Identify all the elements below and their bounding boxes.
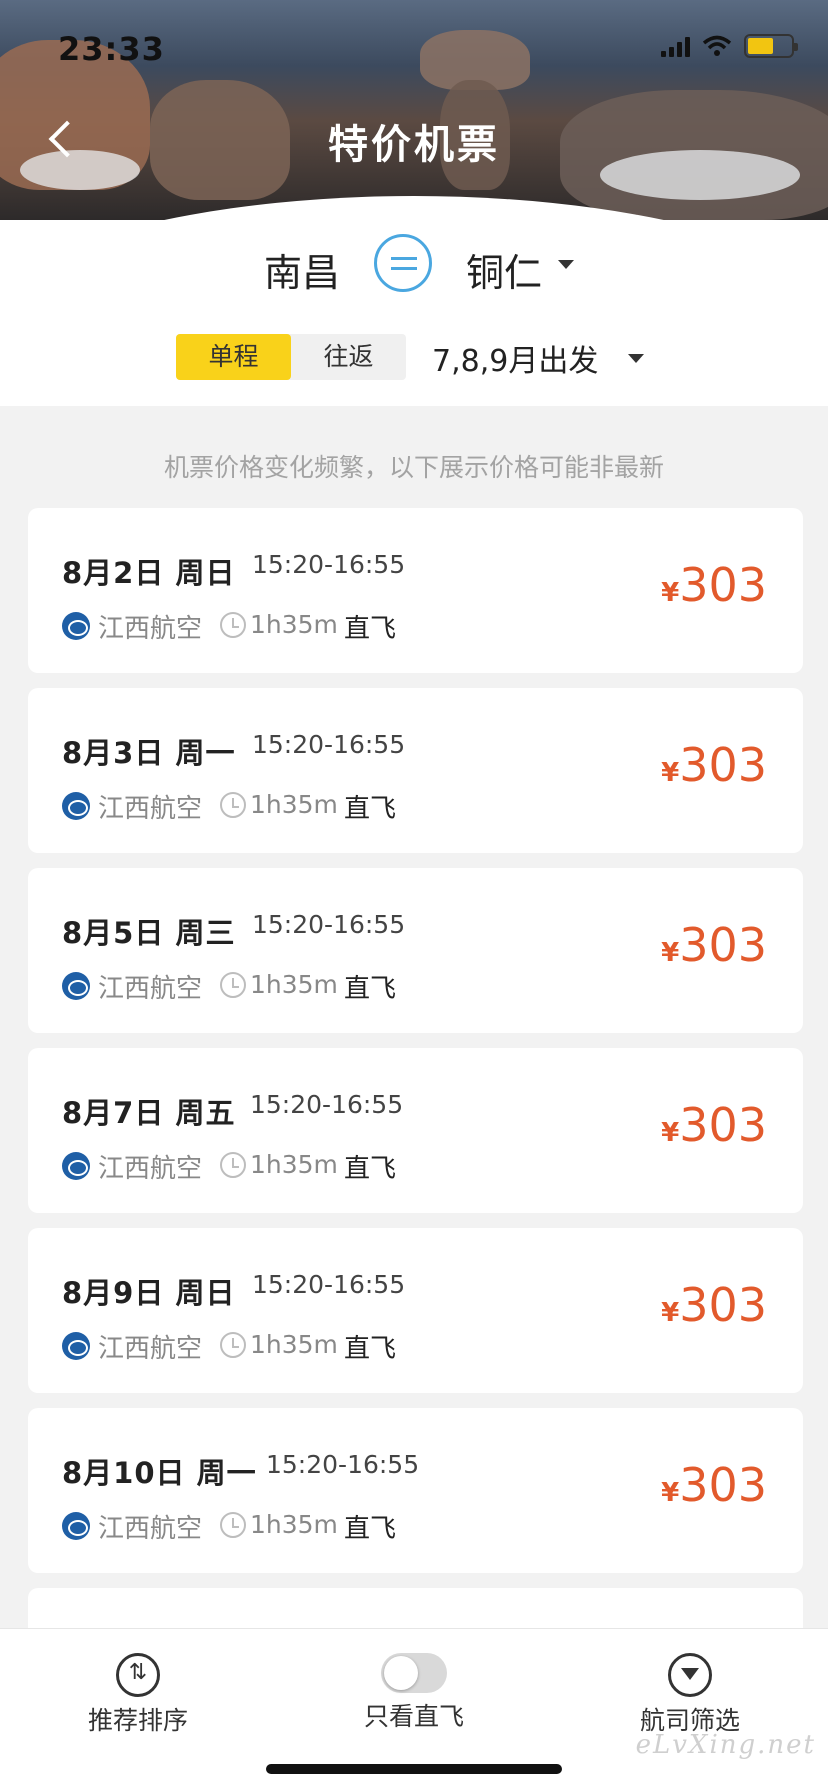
flight-type: 直飞 — [344, 794, 397, 824]
flight-date: 8月5日 周三 — [62, 916, 236, 950]
flight-type: 直飞 — [344, 1514, 397, 1544]
airline-name: 江西航空 — [98, 1514, 203, 1544]
trip-type-toggle: 单程 往返 — [176, 334, 406, 380]
clock-icon — [220, 1512, 246, 1538]
flight-type: 直飞 — [344, 974, 397, 1004]
arrival-city[interactable]: 铜仁 — [466, 242, 542, 297]
departure-city[interactable]: 南昌 — [264, 242, 340, 297]
route-selector: 南昌 铜仁 单程 往返 7,8,9月出发 — [0, 220, 828, 406]
flight-type: 直飞 — [344, 614, 397, 644]
clock-icon — [220, 1152, 246, 1178]
caret-down-icon[interactable] — [558, 260, 574, 269]
direct-only-toggle[interactable]: 只看直飞 — [364, 1653, 464, 1733]
filter-icon — [668, 1653, 712, 1697]
home-indicator[interactable] — [266, 1764, 562, 1774]
flight-price: ¥303 — [661, 738, 767, 792]
direct-only-label: 只看直飞 — [364, 1702, 465, 1731]
departure-month-selector[interactable]: 7,8,9月出发 — [432, 336, 598, 380]
status-time: 23:33 — [58, 30, 165, 68]
clock-icon — [220, 972, 246, 998]
clock-icon — [220, 1332, 246, 1358]
flight-list: 8月2日 周日 15:20-16:55 江西航空 1h35m 直飞 ¥303 8… — [28, 508, 803, 1768]
battery-icon — [744, 34, 798, 58]
status-icons — [661, 34, 798, 58]
airline-name: 江西航空 — [98, 614, 203, 644]
airline-logo-icon — [62, 1152, 90, 1180]
flight-duration: 1h35m — [250, 610, 338, 639]
clock-icon — [220, 612, 246, 638]
airline-name: 江西航空 — [98, 794, 203, 824]
clock-icon — [220, 792, 246, 818]
flight-time: 15:20-16:55 — [250, 1090, 404, 1119]
flight-price: ¥303 — [661, 1458, 767, 1512]
airline-filter-button[interactable]: 航司筛选 — [638, 1653, 742, 1737]
flight-price: ¥303 — [661, 1098, 767, 1152]
airline-name: 江西航空 — [98, 974, 203, 1004]
flight-type: 直飞 — [344, 1154, 397, 1184]
flight-card[interactable]: 8月3日 周一 15:20-16:55 江西航空 1h35m 直飞 ¥303 — [28, 688, 803, 853]
trip-type-roundtrip[interactable]: 往返 — [291, 334, 406, 380]
swap-cities-button[interactable] — [374, 234, 432, 292]
sort-icon — [116, 1653, 160, 1697]
watermark: eLvXing.net — [635, 1730, 816, 1760]
flight-duration: 1h35m — [250, 1510, 338, 1539]
flight-card[interactable]: 8月7日 周五 15:20-16:55 江西航空 1h35m 直飞 ¥303 — [28, 1048, 803, 1213]
flight-type: 直飞 — [344, 1334, 397, 1364]
swap-arrows-icon — [391, 257, 417, 260]
flight-date: 8月7日 周五 — [62, 1096, 236, 1130]
flight-date: 8月9日 周日 — [62, 1276, 236, 1310]
flight-date: 8月2日 周日 — [62, 556, 236, 590]
flight-card[interactable]: 8月9日 周日 15:20-16:55 江西航空 1h35m 直飞 ¥303 — [28, 1228, 803, 1393]
airline-logo-icon — [62, 1512, 90, 1540]
flight-time: 15:20-16:55 — [252, 730, 406, 759]
flight-time: 15:20-16:55 — [266, 1450, 420, 1479]
toggle-switch[interactable] — [381, 1653, 447, 1693]
wifi-icon — [702, 35, 732, 56]
flight-date: 8月10日 周一 — [62, 1456, 257, 1490]
flight-card[interactable]: 8月10日 周一 15:20-16:55 江西航空 1h35m 直飞 ¥303 — [28, 1408, 803, 1573]
flight-duration: 1h35m — [250, 970, 338, 999]
airline-name: 江西航空 — [98, 1154, 203, 1184]
flight-time: 15:20-16:55 — [252, 550, 406, 579]
flight-duration: 1h35m — [250, 790, 338, 819]
flight-time: 15:20-16:55 — [252, 910, 406, 939]
sort-button[interactable]: 推荐排序 — [88, 1653, 188, 1737]
airline-logo-icon — [62, 792, 90, 820]
airline-logo-icon — [62, 1332, 90, 1360]
page-title: 特价机票 — [328, 122, 500, 168]
toggle-knob — [384, 1656, 418, 1690]
flight-duration: 1h35m — [250, 1330, 338, 1359]
flight-price: ¥303 — [661, 558, 767, 612]
flight-price: ¥303 — [661, 1278, 767, 1332]
airline-logo-icon — [62, 612, 90, 640]
price-notice: 机票价格变化频繁，以下展示价格可能非最新 — [163, 453, 664, 482]
trip-type-oneway[interactable]: 单程 — [176, 334, 291, 380]
airline-logo-icon — [62, 972, 90, 1000]
flight-price: ¥303 — [661, 918, 767, 972]
flight-time: 15:20-16:55 — [252, 1270, 406, 1299]
flight-duration: 1h35m — [250, 1150, 338, 1179]
signal-icon — [661, 35, 690, 57]
airline-name: 江西航空 — [98, 1334, 203, 1364]
flight-date: 8月3日 周一 — [62, 736, 236, 770]
flight-card[interactable]: 8月2日 周日 15:20-16:55 江西航空 1h35m 直飞 ¥303 — [28, 508, 803, 673]
caret-down-icon[interactable] — [628, 354, 644, 363]
sort-label: 推荐排序 — [88, 1706, 189, 1735]
flight-card[interactable]: 8月5日 周三 15:20-16:55 江西航空 1h35m 直飞 ¥303 — [28, 868, 803, 1033]
